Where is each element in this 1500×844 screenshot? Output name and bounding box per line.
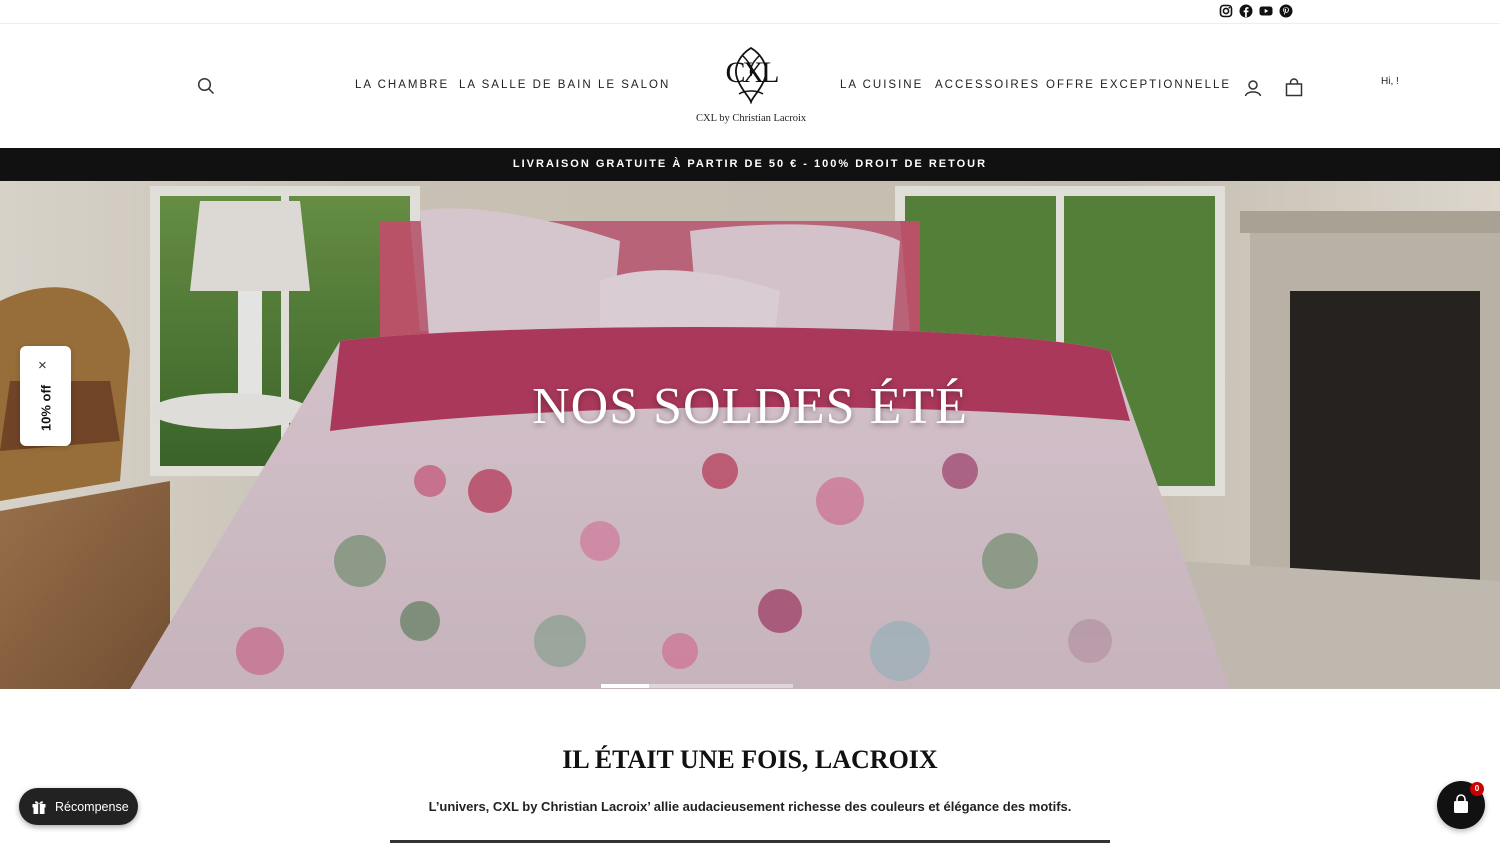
top-bar [0,0,1500,24]
nav-la-chambre[interactable]: LA CHAMBRE [355,79,449,91]
rewards-button[interactable]: Récompense [19,788,138,825]
hero-slideshow[interactable]: NOS SOLDES ÉTÉ [0,181,1500,689]
nav-accessoires[interactable]: ACCESSOIRES [935,79,1040,91]
cxl-monogram-logo: CXL [726,46,781,105]
discount-label[interactable]: 10% off [39,385,54,431]
announcement-bar: LIVRAISON GRATUITE À PARTIR DE 50 € - 10… [0,148,1500,181]
section-title: IL ÉTAIT UNE FOIS, LACROIX [562,745,938,774]
nav-la-salle-de-bain[interactable]: LA SALLE DE BAIN [459,79,593,91]
section-body-text-cutoff [390,838,1110,844]
slide-dot[interactable] [697,684,745,688]
slide-indicators [601,684,793,688]
account-icon[interactable] [1244,79,1262,97]
cart-count-badge: 0 [1470,782,1484,796]
close-icon[interactable]: × [38,358,47,373]
discount-popup-tab[interactable]: × 10% off [20,346,71,446]
site-header: LA CHAMBRE LA SALLE DE BAIN LE SALON CXL… [0,24,1500,148]
slide-dot[interactable] [745,684,793,688]
site-logo[interactable]: CXL CXL by Christian Lacroix [696,46,806,124]
facebook-icon[interactable] [1239,4,1253,18]
rewards-label: Récompense [55,799,129,814]
hero-title: NOS SOLDES ÉTÉ [532,378,968,435]
pinterest-icon[interactable] [1279,4,1293,18]
nav-offre-exceptionnelle[interactable]: OFFRE EXCEPTIONNELLE [1046,79,1231,91]
slide-dot[interactable] [649,684,697,688]
nav-le-salon[interactable]: LE SALON [598,79,670,91]
instagram-icon[interactable] [1219,4,1233,18]
greeting-text: Hi, ! [1381,76,1399,87]
youtube-icon[interactable] [1259,4,1273,18]
slide-dot[interactable] [601,684,649,688]
nav-la-cuisine[interactable]: LA CUISINE [840,79,923,91]
social-links [1219,4,1293,18]
search-icon[interactable] [197,77,215,95]
cart-icon[interactable] [1285,78,1303,97]
section-intro: L’univers, CXL by Christian Lacroix’ all… [428,799,1072,814]
gift-icon [32,800,46,814]
logo-text: CXL by Christian Lacroix [696,113,807,124]
